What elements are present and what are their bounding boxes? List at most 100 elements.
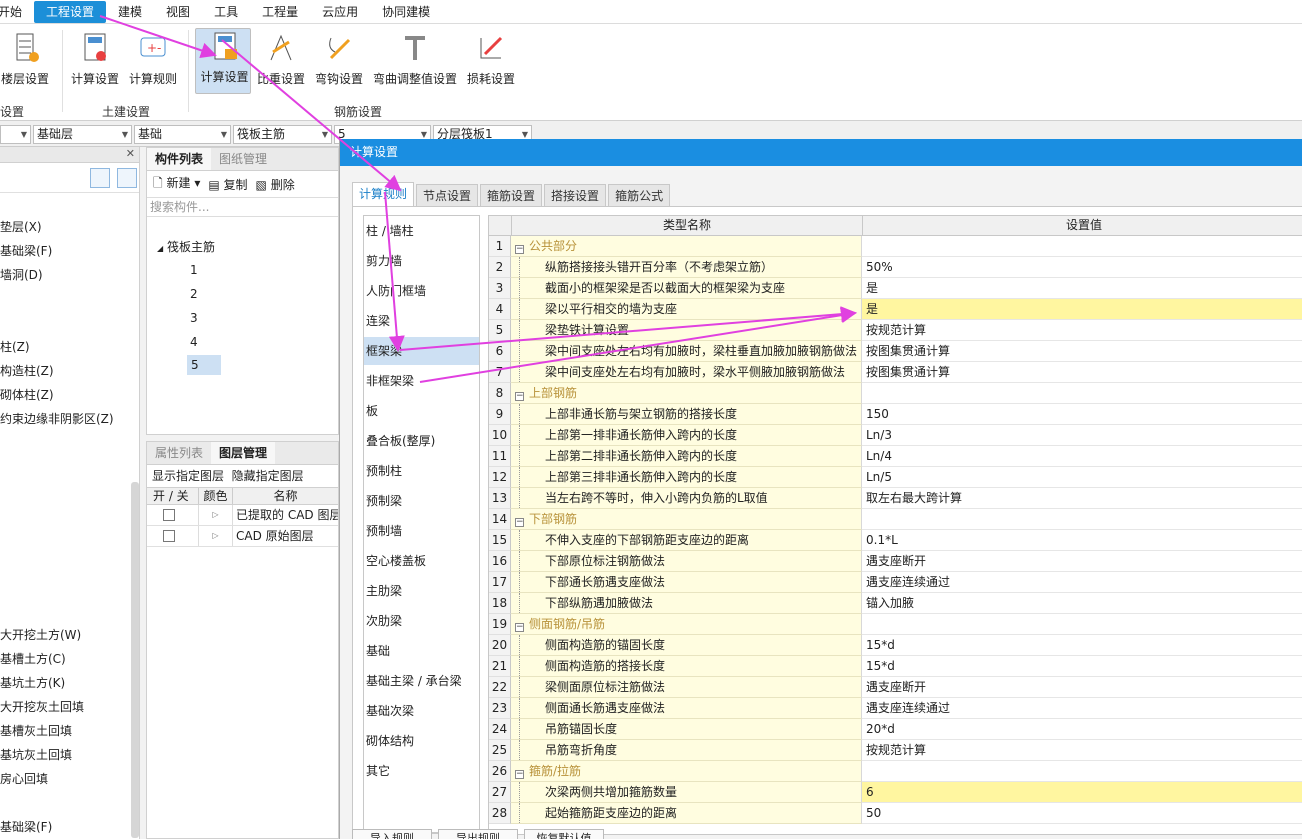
category-item[interactable]: 连梁 [364,307,479,335]
selector-project[interactable]: ▼ [0,125,31,144]
category-item[interactable]: 主肋梁 [364,577,479,605]
menu-cloud[interactable]: 云应用 [310,1,370,23]
row-setting-value[interactable]: 按图集贯通计算 [862,341,1302,362]
table-row[interactable]: 21 侧面构造筋的搭接长度 15*d [489,656,1302,677]
category-item[interactable]: 其它 [364,757,479,785]
menu-quantities[interactable]: 工程量 [250,1,310,23]
nav-item-excavation[interactable]: 大开挖土方(W) [0,626,81,643]
table-row[interactable]: 15 不伸入支座的下部钢筋距支座边的距离 0.1*L [489,530,1302,551]
row-setting-value[interactable]: 按规范计算 [862,320,1302,341]
import-rules-button[interactable]: 导入规则 [352,829,432,839]
table-row[interactable]: 18 下部纵筋遇加腋做法 锚入加腋 [489,593,1302,614]
layer-checkbox[interactable] [163,509,175,521]
tab-stirrup-settings[interactable]: 箍筋设置 [480,184,543,206]
tab-property-list[interactable]: 属性列表 [147,442,211,464]
group-row[interactable]: 19− 侧面钢筋/吊筋 [489,614,1302,635]
nav-item-boundary[interactable]: 约束边缘非阴影区(Z) [0,410,114,427]
collapse-icon[interactable]: − [515,245,524,254]
selector-type[interactable]: 基础 ▼ [134,125,231,144]
tab-layer-management[interactable]: 图层管理 [211,442,276,464]
table-row[interactable]: 10 上部第一排非通长筋伸入跨内的长度 Ln/3 [489,425,1302,446]
nav-item-wall-hole[interactable]: 墙洞(D) [0,266,43,283]
nav-scrollbar[interactable] [131,482,139,838]
tab-lap-settings[interactable]: 搭接设置 [544,184,607,206]
tab-drawing-management[interactable]: 图纸管理 [211,148,275,170]
floor-settings-button[interactable]: 楼层设置 [0,30,50,96]
tab-stirrup-formula[interactable]: 箍筋公式 [608,184,671,206]
tree-root[interactable]: ◢ 筏板主筋 [157,238,215,255]
table-row[interactable]: 4 梁以平行相交的墙为支座 是 [489,299,1302,320]
row-setting-value[interactable]: Ln/4 [862,446,1302,467]
table-row[interactable]: 12 上部第三排非通长筋伸入跨内的长度 Ln/5 [489,467,1302,488]
menu-start[interactable]: 开始 [0,1,34,23]
category-item[interactable]: 预制墙 [364,517,479,545]
row-setting-value[interactable]: 6 [862,782,1302,803]
tab-calc-rules[interactable]: 计算规则 [352,182,415,206]
table-row[interactable]: 5 梁垫铁计算设置 按规范计算 [489,320,1302,341]
nav-item-pit[interactable]: 基坑土方(K) [0,674,65,691]
row-setting-value[interactable]: Ln/3 [862,425,1302,446]
category-item[interactable]: 空心楼盖板 [364,547,479,575]
hide-layer-button[interactable]: 隐藏指定图层 [232,469,304,483]
calc-settings-civil-button[interactable]: 计算设置 [70,30,120,96]
list-view-icon[interactable] [90,168,110,188]
row-setting-value[interactable]: 按图集贯通计算 [862,362,1302,383]
nav-item-room-fill[interactable]: 房心回填 [0,770,48,787]
category-item[interactable]: 非框架梁 [364,367,479,395]
collapse-icon[interactable]: ◢ [157,244,163,253]
nav-item-pit-fill[interactable]: 基坑灰土回填 [0,746,72,763]
collapse-icon[interactable]: − [515,770,524,779]
row-setting-value[interactable]: 锚入加腋 [862,593,1302,614]
category-item[interactable]: 预制梁 [364,487,479,515]
row-setting-value[interactable]: 50 [862,803,1302,824]
row-setting-value[interactable]: 遇支座断开 [862,551,1302,572]
nav-item-foundation-beam-2[interactable]: 基础梁(F) [0,818,52,835]
layer-checkbox[interactable] [163,530,175,542]
collapse-icon[interactable]: − [515,518,524,527]
restore-default-button[interactable]: 恢复默认值 [524,829,604,839]
calc-settings-rebar-button[interactable]: 计算设置 [195,28,251,94]
nav-item-trench[interactable]: 基槽土方(C) [0,650,66,667]
nav-item-structural-column[interactable]: 构造柱(Z) [0,362,54,379]
row-setting-value[interactable]: 150 [862,404,1302,425]
row-setting-value[interactable]: 按规范计算 [862,740,1302,761]
component-search-input[interactable]: 搜索构件... [147,197,338,217]
nav-item-trench-fill[interactable]: 基槽灰土回填 [0,722,72,739]
table-row[interactable]: 7 梁中间支座处左右均有加腋时，梁水平侧腋加腋钢筋做法 按图集贯通计算 [489,362,1302,383]
menu-tools[interactable]: 工具 [202,1,250,23]
group-row[interactable]: 8− 上部钢筋 [489,383,1302,404]
collapse-icon[interactable]: − [515,623,524,632]
group-row[interactable]: 26− 箍筋/拉筋 [489,761,1302,782]
table-row[interactable]: 9 上部非通长筋与架立钢筋的搭接长度 150 [489,404,1302,425]
group-row[interactable]: 1− 公共部分 [489,236,1302,257]
row-setting-value[interactable]: 是 [862,299,1302,320]
table-row[interactable]: 23 侧面通长筋遇支座做法 遇支座连续通过 [489,698,1302,719]
category-item[interactable]: 预制柱 [364,457,479,485]
weight-settings-button[interactable]: 比重设置 [256,30,306,96]
row-setting-value[interactable]: Ln/5 [862,467,1302,488]
row-setting-value[interactable]: 遇支座连续通过 [862,698,1302,719]
copy-button[interactable]: ▤ 复制 [208,176,247,193]
selector-floor[interactable]: 基础层 ▼ [33,125,132,144]
collapse-icon[interactable]: − [515,392,524,401]
export-rules-button[interactable]: 导出规则 [438,829,518,839]
category-item[interactable]: 叠合板(整厚) [364,427,479,455]
category-item[interactable]: 次肋梁 [364,607,479,635]
menu-modeling[interactable]: 建模 [106,1,154,23]
category-item[interactable]: 人防门框墙 [364,277,479,305]
row-setting-value[interactable]: 15*d [862,635,1302,656]
close-icon[interactable]: ✕ [126,147,135,160]
menu-view[interactable]: 视图 [154,1,202,23]
row-setting-value[interactable]: 遇支座连续通过 [862,572,1302,593]
row-setting-value[interactable]: 15*d [862,656,1302,677]
category-item[interactable]: 柱 / 墙柱 [364,217,479,245]
table-row[interactable]: 20 侧面构造筋的锚固长度 15*d [489,635,1302,656]
menu-collab[interactable]: 协同建模 [370,1,442,23]
table-row[interactable]: 6 梁中间支座处左右均有加腋时，梁柱垂直加腋加腋钢筋做法 按图集贯通计算 [489,341,1302,362]
table-row[interactable]: 22 梁侧面原位标注筋做法 遇支座断开 [489,677,1302,698]
grid-view-icon[interactable] [117,168,137,188]
delete-button[interactable]: ▧ 删除 [256,176,295,193]
nav-item-column[interactable]: 柱(Z) [0,338,30,355]
nav-item-masonry-column[interactable]: 砌体柱(Z) [0,386,54,403]
nav-item-excavation-fill[interactable]: 大开挖灰土回填 [0,698,84,715]
